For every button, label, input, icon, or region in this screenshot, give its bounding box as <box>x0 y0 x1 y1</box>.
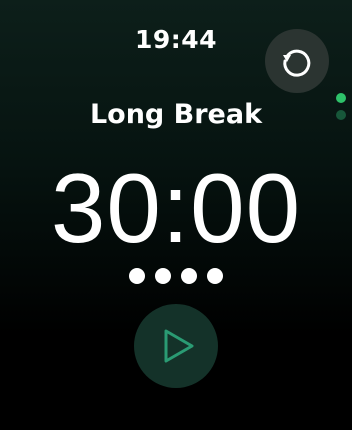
countdown-timer: 30:00 <box>50 153 302 263</box>
session-dot <box>129 268 145 284</box>
reset-button[interactable] <box>265 29 329 93</box>
play-icon <box>154 326 198 366</box>
session-title: Long Break <box>89 99 263 130</box>
session-dot <box>207 268 223 284</box>
session-progress-dots <box>0 268 352 284</box>
reset-icon <box>279 43 315 79</box>
session-dot <box>155 268 171 284</box>
play-button[interactable] <box>134 304 218 388</box>
session-dot <box>181 268 197 284</box>
